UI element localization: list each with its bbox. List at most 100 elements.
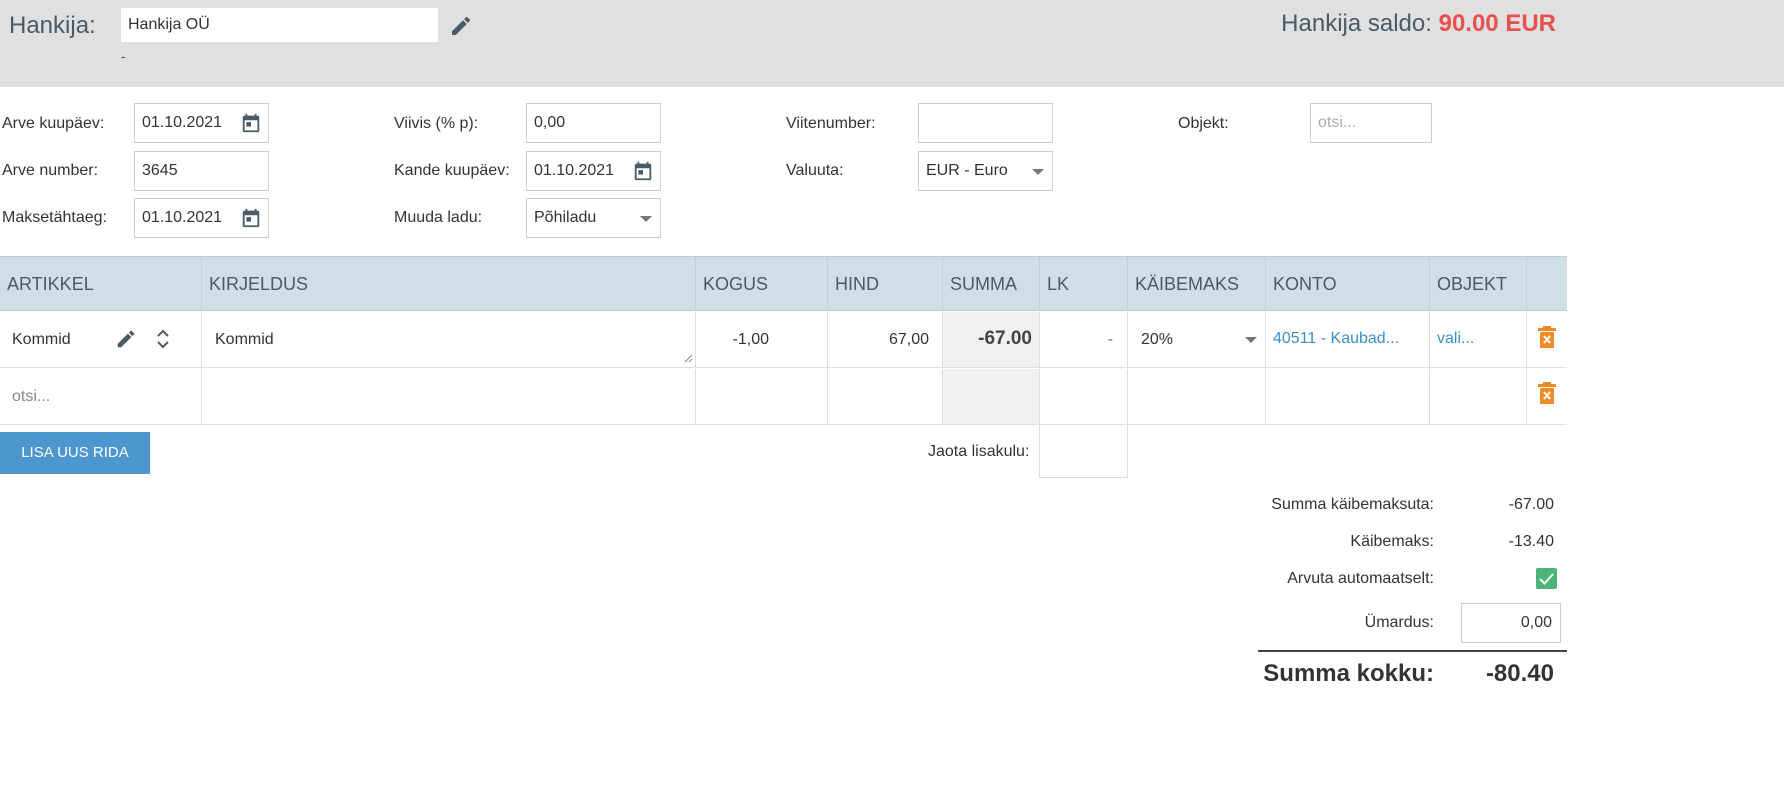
reorder-chevrons-icon[interactable] [155,328,171,350]
invoice-date-field[interactable]: 01.10.2021 [134,103,269,143]
invoice-number-field[interactable]: 3645 [134,151,269,191]
kirjeldus-textarea[interactable]: Kommid [201,312,695,367]
rounding-label: Ümardus: [1364,614,1434,631]
reference-label: Viitenumber: [786,115,876,132]
konto-cell[interactable] [1265,369,1429,424]
col-header-actions [1526,257,1567,311]
due-date-value: 01.10.2021 [142,209,223,226]
col-header-summa: SUMMA [942,257,1039,311]
col-header-objekt: OBJEKT [1429,257,1526,311]
col-header-kaibemaks: KÄIBEMAKS [1127,257,1265,311]
supplier-label: Hankija: [9,12,96,39]
artikkel-value: Kommid [12,331,71,348]
col-header-lk: LK [1039,257,1127,311]
warehouse-select[interactable]: Põhiladu [526,198,661,238]
entry-date-label: Kande kuupäev: [394,162,510,179]
objekt-link[interactable]: vali... [1429,312,1526,367]
auto-calc-label: Arvuta automaatselt: [1287,570,1434,587]
warehouse-label: Muuda ladu: [394,209,483,226]
konto-link[interactable]: 40511 - Kaubad... [1265,312,1429,367]
supplier-subinfo: - [121,48,126,64]
due-date-label: Maksetähtaeg: [2,209,107,226]
invoice-date-value: 01.10.2021 [142,114,223,131]
chevron-down-icon [1032,169,1044,175]
summa-cell [942,369,1039,424]
totals-divider [1258,650,1567,652]
calendar-icon[interactable] [632,160,654,182]
col-header-hind: HIND [827,257,942,311]
hind-value: 67,00 [888,331,929,348]
hind-input[interactable] [827,369,942,424]
delete-row-cell [1526,312,1567,367]
kirjeldus-textarea[interactable] [201,369,695,424]
supplier-input[interactable]: Hankija OÜ [121,8,438,42]
artikkel-search-input[interactable]: otsi... [0,369,201,424]
kaibemaks-select[interactable] [1127,369,1265,424]
supplier-balance: Hankija saldo: 90.00 EUR [1281,10,1556,38]
lk-input[interactable] [1039,369,1127,424]
vat-label: Käibemaks: [1350,533,1434,550]
hind-input[interactable]: 67,00 [827,312,942,367]
warehouse-value: Põhiladu [534,209,597,226]
chevron-down-icon [1245,337,1257,343]
invoice-date-label: Arve kuupäev: [2,115,105,132]
grand-total-label: Summa kokku: [1263,660,1434,687]
penalty-label: Viivis (% p): [394,115,479,132]
objekt-cell[interactable] [1429,369,1526,424]
balance-value: 90.00 EUR [1438,10,1556,37]
col-header-kogus: KOGUS [695,257,827,311]
calendar-icon[interactable] [240,112,262,134]
auto-calc-checkbox[interactable] [1536,568,1557,589]
calendar-icon[interactable] [240,207,262,229]
checkmark-icon [1539,573,1554,585]
col-header-artikkel: ARTIKKEL [7,274,94,294]
supplier-header: Hankija: Hankija OÜ - Hankija saldo: 90.… [0,0,1784,87]
artikkel-placeholder: otsi... [12,388,51,405]
kogus-input[interactable]: -1,00 [695,312,827,367]
reference-field[interactable] [918,103,1053,143]
summa-value: -67.00 [978,328,1032,349]
entry-date-value: 01.10.2021 [534,162,615,179]
col-header-kirjeldus: KIRJELDUS [201,257,695,311]
kaibemaks-value: 20% [1141,331,1174,348]
table-row-new: otsi... [0,369,1567,425]
invoice-number-label: Arve number: [2,162,99,179]
table-row: Kommid Kommid -1,00 67,00 -67.00 - 20% 4… [0,312,1567,368]
lk-value: - [1107,331,1113,348]
kirjeldus-value: Kommid [215,331,274,348]
resize-handle-icon[interactable] [683,353,693,363]
kogus-input[interactable] [695,369,827,424]
entry-date-field[interactable]: 01.10.2021 [526,151,661,191]
grand-total-value: -80.40 [1485,660,1554,687]
distribute-cost-input[interactable] [1039,424,1128,478]
currency-select[interactable]: EUR - Euro [918,151,1053,191]
penalty-field[interactable]: 0,00 [526,103,661,143]
add-row-button[interactable]: LISA UUS RIDA [0,432,150,474]
lk-input[interactable]: - [1039,312,1127,367]
kogus-value: -1,00 [732,331,769,348]
delete-row-cell [1526,369,1567,424]
due-date-field[interactable]: 01.10.2021 [134,198,269,238]
col-header-konto: KONTO [1265,257,1429,311]
edit-article-pencil-icon[interactable] [115,328,137,350]
kaibemaks-select[interactable]: 20% [1127,312,1265,367]
distribute-cost-label: Jaota lisakulu: [928,443,1030,460]
object-label: Objekt: [1178,115,1229,132]
delete-trash-icon[interactable] [1537,325,1557,349]
rounding-input[interactable]: 0,00 [1461,603,1561,643]
chevron-down-icon [640,216,652,222]
subtotal-label: Summa käibemaksuta: [1271,496,1434,513]
currency-value: EUR - Euro [926,162,1008,179]
object-search-input[interactable]: otsi... [1310,103,1432,143]
summa-cell: -67.00 [942,312,1039,367]
objekt-value[interactable]: vali... [1437,330,1474,348]
vat-value: -13.40 [1508,533,1554,550]
delete-trash-icon[interactable] [1537,381,1557,405]
currency-label: Valuuta: [786,162,844,179]
balance-label: Hankija saldo: [1281,10,1432,37]
konto-value[interactable]: 40511 - Kaubad... [1273,330,1399,348]
edit-supplier-pencil-icon[interactable] [449,14,473,38]
artikkel-cell[interactable]: Kommid [0,312,201,367]
items-table-header: ARTIKKEL KIRJELDUS KOGUS HIND SUMMA LK K… [0,256,1567,311]
subtotal-value: -67.00 [1508,496,1554,513]
